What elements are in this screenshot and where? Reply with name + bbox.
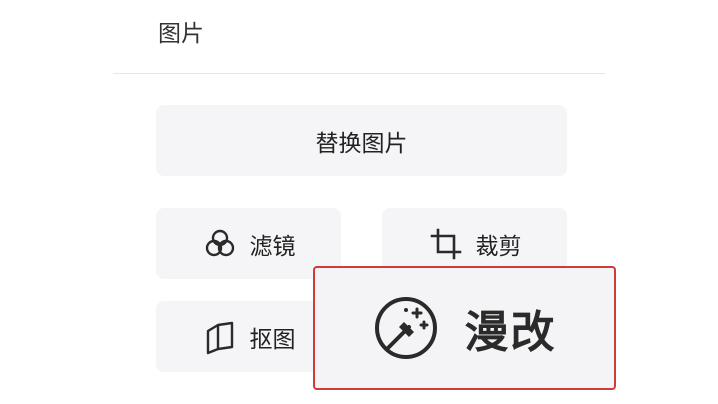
- crop-label: 裁剪: [475, 233, 522, 260]
- filter-label: 滤镜: [249, 233, 296, 260]
- comic-button[interactable]: 漫改: [313, 266, 616, 390]
- crop-icon: [428, 226, 464, 262]
- section-title: 图片: [158, 21, 204, 47]
- comic-label: 漫改: [464, 307, 557, 358]
- magic-wand-icon: [373, 295, 439, 361]
- filter-circles-icon: [202, 226, 238, 262]
- section-divider: [113, 73, 605, 74]
- cutout-icon: [202, 319, 238, 355]
- replace-image-label: 替换图片: [315, 130, 408, 157]
- cutout-label: 抠图: [249, 326, 296, 353]
- replace-image-button[interactable]: 替换图片: [156, 105, 567, 176]
